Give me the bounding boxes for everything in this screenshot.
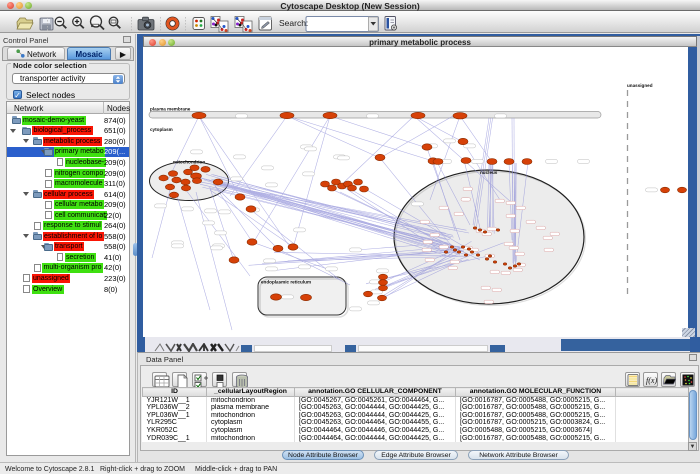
svg-text:unassigned: unassigned <box>627 83 653 88</box>
svg-text:nucleus: nucleus <box>480 170 498 175</box>
svg-text:mitochondrion: mitochondrion <box>173 160 205 165</box>
svg-text:endoplasmic reticulum: endoplasmic reticulum <box>261 280 311 285</box>
svg-text:f(x): f(x) <box>646 376 657 385</box>
svg-text:plasma membrane: plasma membrane <box>150 107 191 112</box>
svg-text:cytoplasm: cytoplasm <box>150 127 173 132</box>
